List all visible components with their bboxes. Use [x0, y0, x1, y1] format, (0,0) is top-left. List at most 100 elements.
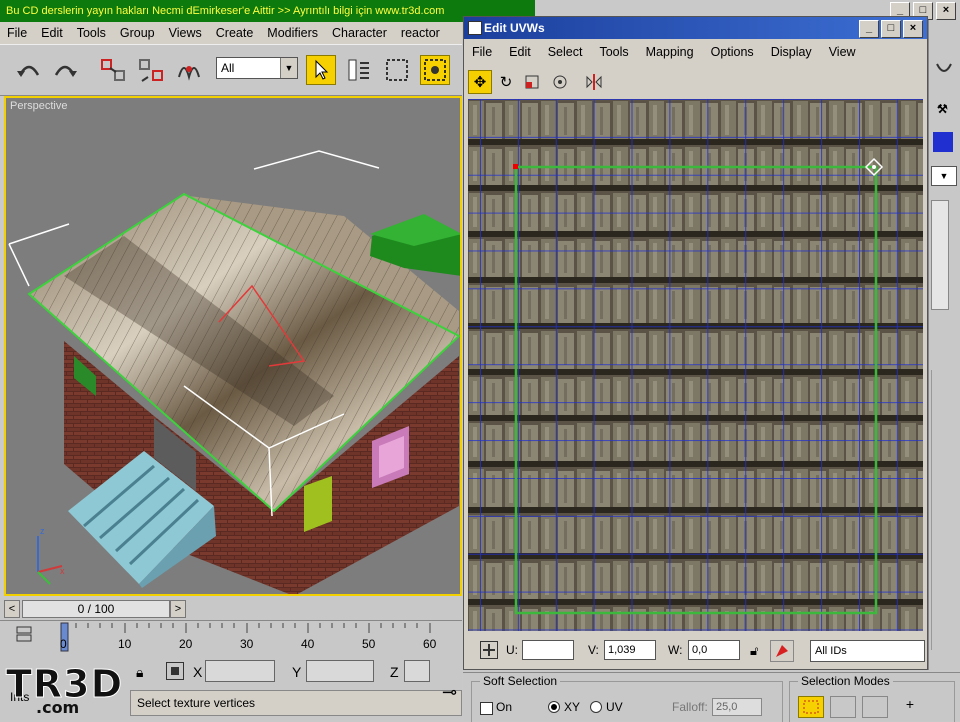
on-label: On: [496, 700, 513, 714]
coord-z-field[interactable]: [404, 660, 430, 682]
edit-uvws-title: Edit UVWs: [484, 21, 545, 35]
edit-uvws-titlebar[interactable]: Edit UVWs _ □ ×: [464, 17, 927, 39]
xy-radio[interactable]: [548, 701, 560, 713]
v-value-field[interactable]: 1,039: [604, 640, 656, 660]
coord-x-label: X: [193, 664, 203, 680]
rect-selection-icon[interactable]: [382, 55, 412, 85]
coord-y-field[interactable]: [306, 660, 374, 682]
selection-filter-value: All: [221, 61, 235, 75]
uv-radio[interactable]: [590, 701, 602, 713]
tr3d-logo: TR3D .com: [5, 662, 134, 718]
uv-vertex-selected: [513, 164, 518, 169]
scale-icon[interactable]: [520, 70, 544, 94]
ruler-ticks: [60, 622, 431, 652]
soft-selection-title: Soft Selection: [480, 674, 561, 688]
vertex-mode-button[interactable]: [798, 696, 824, 718]
w-value-field[interactable]: 0,0: [688, 640, 740, 660]
uv-menu-options[interactable]: Options: [703, 45, 763, 59]
u-value-field[interactable]: [522, 640, 574, 660]
lock-selection-icon[interactable]: 🔓︎: [750, 643, 758, 659]
uv-menu-display[interactable]: Display: [763, 45, 821, 59]
main-toolbar: All ▼: [0, 44, 462, 96]
coord-z-label: Z: [390, 664, 399, 680]
uv-minimize-button[interactable]: _: [859, 20, 879, 38]
rotate-icon[interactable]: ↻: [494, 70, 518, 94]
menu-edit[interactable]: Edit: [34, 26, 70, 40]
menu-views[interactable]: Views: [162, 26, 209, 40]
uv-menu-bar: File Edit Select Tools Mapping Options D…: [464, 41, 927, 63]
absolute-mode-icon[interactable]: [166, 662, 184, 680]
menu-create[interactable]: Create: [209, 26, 261, 40]
object-color-swatch[interactable]: [933, 132, 953, 152]
uv-menu-mapping[interactable]: Mapping: [638, 45, 703, 59]
grow-selection-icon[interactable]: +: [900, 696, 920, 718]
uv-label: UV: [606, 700, 623, 714]
modifier-stack-scrollbar[interactable]: [931, 200, 949, 310]
utility-hammer-icon[interactable]: ⚒: [937, 102, 948, 116]
window-crossing-icon[interactable]: [420, 55, 450, 85]
mirror-icon[interactable]: [582, 70, 606, 94]
uv-close-button[interactable]: ×: [903, 20, 923, 38]
xy-label: XY: [564, 700, 581, 714]
move-icon[interactable]: ✥: [468, 70, 492, 94]
display-icon[interactable]: [935, 60, 953, 80]
uv-transform-bar: U: V: 1,039 W: 0,0 🔓︎ All IDs: [464, 633, 927, 669]
modifier-list-dropdown[interactable]: ▼: [931, 166, 957, 186]
time-next-button[interactable]: >: [170, 600, 186, 618]
absolute-offset-icon[interactable]: [480, 641, 498, 659]
uv-menu-file[interactable]: File: [464, 45, 501, 59]
selection-modes-group: Selection Modes +: [789, 674, 955, 722]
perspective-viewport[interactable]: Perspective z x: [4, 96, 462, 596]
command-panel-edge: ⚒ ▼: [928, 20, 960, 670]
menu-group[interactable]: Group: [113, 26, 162, 40]
ruler-label-30: 30: [240, 637, 254, 651]
time-prev-button[interactable]: <: [4, 600, 20, 618]
lock-icon[interactable]: 🔒︎: [136, 664, 143, 681]
coord-x-field[interactable]: [205, 660, 275, 682]
soft-selection-checkbox[interactable]: [480, 702, 493, 715]
menu-modifiers[interactable]: Modifiers: [260, 26, 325, 40]
face-mode-button[interactable]: [862, 696, 888, 718]
menu-file[interactable]: File: [0, 26, 34, 40]
axis-tripod-icon: z x: [37, 526, 65, 585]
uv-menu-tools[interactable]: Tools: [591, 45, 637, 59]
window-app-icon: [468, 21, 482, 35]
link-icon[interactable]: [98, 55, 128, 85]
house-model-render: z x: [8, 150, 460, 594]
coord-y-label: Y: [292, 664, 302, 680]
logo-sub: .com: [36, 698, 80, 717]
uv-toolbar: ✥ ↻: [464, 67, 927, 97]
rollout-panel: [931, 370, 958, 650]
bind-spacewarp-icon[interactable]: [174, 55, 204, 85]
uv-menu-select[interactable]: Select: [540, 45, 592, 59]
ruler-label-40: 40: [301, 637, 315, 651]
undo-icon[interactable]: [14, 55, 44, 85]
svg-text:x: x: [60, 566, 65, 576]
ids-dropdown[interactable]: All IDs: [810, 640, 925, 662]
time-slider[interactable]: 0 / 100: [22, 600, 170, 618]
uv-menu-view[interactable]: View: [821, 45, 865, 59]
ruler-label-50: 50: [362, 637, 376, 651]
w-label: W:: [668, 643, 683, 657]
key-icon[interactable]: ⊸: [442, 682, 457, 703]
falloff-field[interactable]: 25,0: [712, 698, 762, 716]
uv-editor-canvas[interactable]: [468, 99, 923, 631]
select-arrow-icon[interactable]: [306, 55, 336, 85]
select-by-name-icon[interactable]: [344, 55, 374, 85]
menu-tools[interactable]: Tools: [70, 26, 113, 40]
menu-character[interactable]: Character: [325, 26, 394, 40]
menu-reactor[interactable]: reactor: [394, 26, 447, 40]
uv-maximize-button[interactable]: □: [881, 20, 901, 38]
close-button[interactable]: ×: [936, 2, 956, 20]
uv-menu-edit[interactable]: Edit: [501, 45, 540, 59]
chevron-down-icon: ▼: [280, 58, 297, 78]
edge-mode-button[interactable]: [830, 696, 856, 718]
unlink-icon[interactable]: [136, 55, 166, 85]
paint-select-icon[interactable]: [770, 640, 794, 662]
svg-text:z: z: [40, 526, 45, 536]
redo-icon[interactable]: [50, 55, 80, 85]
time-slider-bar: < 0 / 100 >: [0, 598, 462, 620]
selection-filter-dropdown[interactable]: All ▼: [216, 57, 298, 79]
freeform-icon[interactable]: [548, 70, 572, 94]
track-bar[interactable]: 10 20 30 40 50 60 0: [0, 620, 462, 657]
